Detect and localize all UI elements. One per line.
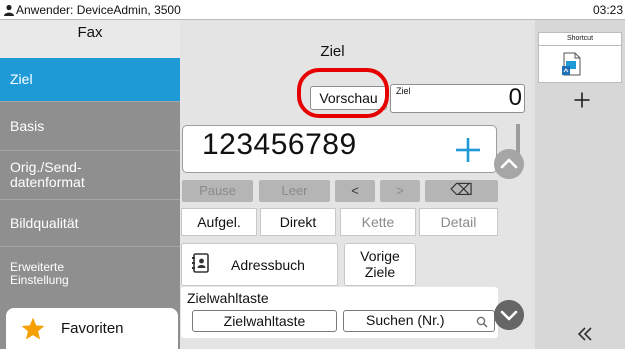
star-icon (21, 317, 45, 340)
sidebar-item-image-quality[interactable]: Bildqualität (0, 200, 180, 247)
sidebar-item-advanced[interactable]: Erweiterte Einstellung (0, 247, 180, 300)
user-icon (4, 4, 14, 16)
backspace-button[interactable]: ⌫ (425, 180, 498, 202)
speed-dial-title: Zielwahltaste (187, 290, 269, 306)
highlight-ring (297, 68, 389, 118)
tab-detail[interactable]: Detail (419, 208, 498, 236)
shortcut-tab[interactable]: Shortcut (538, 32, 622, 46)
search-number-label: Suchen (Nr.) (366, 312, 445, 328)
favorites-button[interactable]: Favoriten (6, 308, 178, 349)
scroll-up-button[interactable] (494, 149, 524, 179)
sidebar-title: Fax (0, 20, 180, 58)
sidebar-item-basis[interactable]: Basis (0, 102, 180, 151)
cursor-right-button[interactable]: > (380, 180, 420, 202)
sidebar-item-ziel[interactable]: Ziel (0, 58, 180, 102)
sidebar: Fax Ziel Basis Orig./Send- datenformat B… (0, 20, 180, 349)
tab-aufgelegt[interactable]: Aufgel. (181, 208, 257, 236)
sidebar-item-original-format[interactable]: Orig./Send- datenformat (0, 151, 180, 200)
scroll-down-button[interactable] (494, 300, 524, 330)
add-shortcut-icon[interactable] (574, 92, 590, 108)
clock: 03:23 (592, 3, 623, 17)
page-title: Ziel (320, 43, 345, 60)
previous-destinations-button[interactable]: Vorige Ziele (344, 243, 416, 286)
tab-kette[interactable]: Kette (340, 208, 416, 236)
space-button[interactable]: Leer (259, 180, 330, 202)
cursor-left-button[interactable]: < (335, 180, 375, 202)
search-icon (476, 316, 488, 328)
address-book-label: Adressbuch (231, 257, 305, 273)
add-destination-icon[interactable] (455, 137, 481, 163)
destination-count-label: Ziel (396, 86, 411, 96)
pause-button[interactable]: Pause (182, 180, 253, 202)
destination-count: 0 (508, 84, 522, 111)
address-book-icon (192, 253, 209, 273)
tab-direkt[interactable]: Direkt (260, 208, 336, 236)
speed-dial-button[interactable]: Zielwahltaste (192, 310, 337, 332)
collapse-panel-icon[interactable] (577, 327, 593, 341)
fax-number-value: 123456789 (202, 128, 357, 161)
favorites-label: Favoriten (61, 320, 124, 337)
user-info: Anwender: DeviceAdmin, 3500 (16, 3, 181, 17)
fax-shortcut-icon (562, 52, 581, 76)
